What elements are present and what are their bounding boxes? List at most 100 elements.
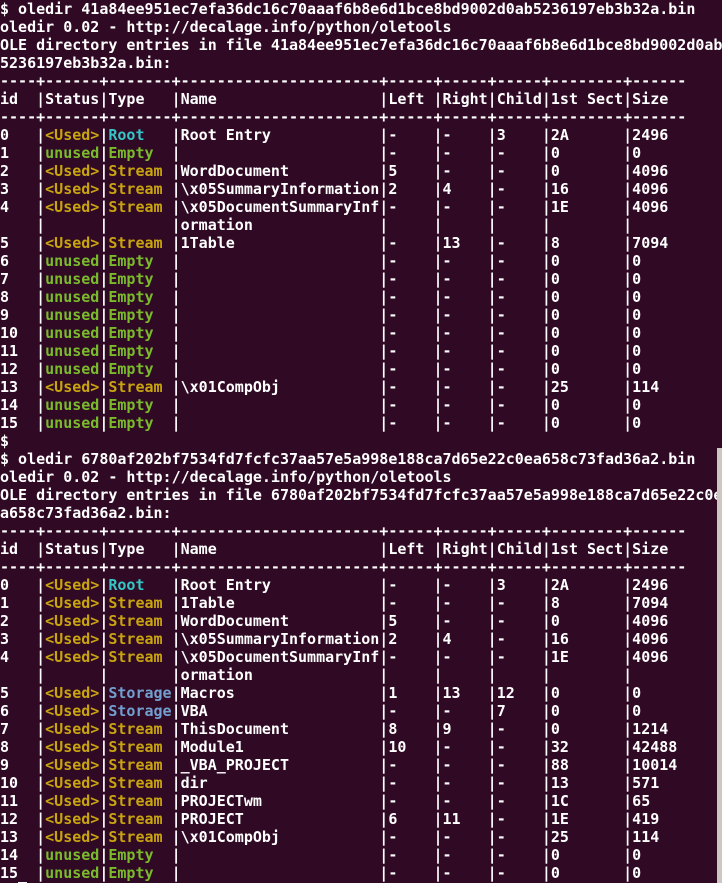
row-id: 12 | — [0, 810, 45, 828]
terminal-line-table-row: 1 |unused|Empty | |- |- |- |0 |0 — [0, 144, 722, 162]
row-status: <Used> — [45, 720, 99, 738]
terminal-line-table-row: 5 |<Used>|Storage|Macros |1 |13 |12 |0 |… — [0, 684, 722, 702]
row-values: |PROJECTwm |- |- |- |1C |65 — [172, 792, 651, 810]
row-type: Stream — [108, 756, 171, 774]
terminal-line-table-row: 4 |<Used>|Stream |\x05DocumentSummaryInf… — [0, 198, 722, 216]
row-values: |1Table |- |13 |- |8 |7094 — [172, 234, 669, 252]
row-values: | |- |- |- |0 |0 — [172, 864, 642, 882]
row-type: Stream — [108, 630, 171, 648]
terminal-line-header: id |Status|Type |Name |Left |Right|Child… — [0, 540, 722, 558]
row-id: 4 | — [0, 648, 45, 666]
row-type: Storage — [108, 702, 171, 720]
row-type: Stream — [108, 594, 171, 612]
row-status: <Used> — [45, 198, 99, 216]
row-status: <Used> — [45, 612, 99, 630]
terminal-line-listing: OLE directory entries in file 6780af202b… — [0, 486, 722, 504]
row-status: <Used> — [45, 180, 99, 198]
row-status: unused — [45, 270, 99, 288]
row-id: 12 | — [0, 360, 45, 378]
row-values: |PROJECT |6 |11 |- |1E |419 — [172, 810, 660, 828]
row-id: 10 | — [0, 774, 45, 792]
row-type: Stream — [108, 378, 171, 396]
terminal-line-separator: ----+------+-------+--------------------… — [0, 558, 722, 576]
row-type: Empty — [108, 846, 171, 864]
row-values: | |- |- |- |0 |0 — [172, 396, 642, 414]
scrollbar-thumb[interactable] — [717, 448, 722, 883]
row-name-continuation: | | |ormation | | | | | — [0, 666, 632, 684]
row-status: <Used> — [45, 810, 99, 828]
row-values: | |- |- |- |0 |0 — [172, 360, 642, 378]
row-type: Stream — [108, 180, 171, 198]
terminal-line-table-row: 8 |<Used>|Stream |Module1 |10 |- |- |32 … — [0, 738, 722, 756]
row-id: 6 | — [0, 252, 45, 270]
terminal-line-table-row: 9 |<Used>|Stream |_VBA_PROJECT |- |- |- … — [0, 756, 722, 774]
row-status: <Used> — [45, 702, 99, 720]
row-status: <Used> — [45, 594, 99, 612]
row-id: 10 | — [0, 324, 45, 342]
terminal-line-command: $ oledir 6780af202bf7534fd7fcfc37aa57e5a… — [0, 450, 722, 468]
row-type: Stream — [108, 738, 171, 756]
terminal-line-table-row: 10 |unused|Empty | |- |- |- |0 |0 — [0, 324, 722, 342]
row-type: Empty — [108, 144, 171, 162]
row-status: unused — [45, 342, 99, 360]
row-id: 5 | — [0, 684, 45, 702]
row-status: unused — [45, 324, 99, 342]
terminal-line-table-row: 2 |<Used>|Stream |WordDocument |5 |- |- … — [0, 612, 722, 630]
listing-heading: 5236197eb3b32a.bin: — [0, 54, 172, 72]
row-id: 1 | — [0, 594, 45, 612]
row-values: |Module1 |10 |- |- |32 |42488 — [172, 738, 678, 756]
listing-heading: a658c73fad36a2.bin: — [0, 504, 172, 522]
row-status: unused — [45, 252, 99, 270]
terminal-line-command: $ oledir 41a84ee951ec7efa36dc16c70aaaf6b… — [0, 0, 722, 18]
terminal-line-table-row: 6 |<Used>|Storage|VBA |- |- |7 |0 |0 — [0, 702, 722, 720]
terminal-line-table-row: 4 |<Used>|Stream |\x05DocumentSummaryInf… — [0, 648, 722, 666]
row-values: |Root Entry |- |- |3 |2A |2496 — [172, 576, 669, 594]
table-border: ----+------+-------+--------------------… — [0, 522, 686, 540]
terminal-line-table-row: 14 |unused|Empty | |- |- |- |0 |0 — [0, 396, 722, 414]
terminal-window: $ oledir 41a84ee951ec7efa36dc16c70aaaf6b… — [0, 0, 722, 883]
table-border: ----+------+-------+--------------------… — [0, 558, 686, 576]
row-id: 3 | — [0, 630, 45, 648]
table-header: id |Status|Type |Name |Left |Right|Child… — [0, 540, 668, 558]
terminal-line-table-row: 6 |unused|Empty | |- |- |- |0 |0 — [0, 252, 722, 270]
row-type: Stream — [108, 198, 171, 216]
terminal-line-table-row: 13 |<Used>|Stream |\x01CompObj |- |- |- … — [0, 828, 722, 846]
row-id: 11 | — [0, 792, 45, 810]
row-status: <Used> — [45, 792, 99, 810]
version-line: oledir 0.02 - http://decalage.info/pytho… — [0, 468, 452, 486]
command-line: $ oledir 6780af202bf7534fd7fcfc37aa57e5a… — [0, 450, 695, 468]
terminal-line-table-row: 1 |<Used>|Stream |1Table |- |- |- |8 |70… — [0, 594, 722, 612]
row-values: |\x05SummaryInformation|2 |4 |- |16 |409… — [172, 180, 669, 198]
row-values: |\x01CompObj |- |- |- |25 |114 — [172, 378, 660, 396]
row-id: 14 | — [0, 846, 45, 864]
row-type: Empty — [108, 396, 171, 414]
terminal-line-table-row: 15 |unused|Empty | |- |- |- |0 |0 — [0, 864, 722, 882]
row-id: 6 | — [0, 702, 45, 720]
row-type: Stream — [108, 234, 171, 252]
terminal-line-table-row: 10 |<Used>|Stream |dir |- |- |- |13 |571 — [0, 774, 722, 792]
row-id: 5 | — [0, 234, 45, 252]
terminal-line-table-row-wrap: | | |ormation | | | | | — [0, 666, 722, 684]
row-type: Empty — [108, 306, 171, 324]
row-id: 9 | — [0, 306, 45, 324]
terminal-line-table-row: 3 |<Used>|Stream |\x05SummaryInformation… — [0, 180, 722, 198]
row-values: | |- |- |- |0 |0 — [172, 414, 642, 432]
terminal-line-table-row: 12 |unused|Empty | |- |- |- |0 |0 — [0, 360, 722, 378]
row-id: 3 | — [0, 180, 45, 198]
row-status: <Used> — [45, 684, 99, 702]
row-name-continuation: | | |ormation | | | | | — [0, 216, 632, 234]
terminal-line-table-row: 7 |<Used>|Stream |ThisDocument |8 |9 |- … — [0, 720, 722, 738]
row-values: | |- |- |- |0 |0 — [172, 288, 642, 306]
terminal-line-listing: 5236197eb3b32a.bin: — [0, 54, 722, 72]
row-values: |\x05DocumentSummaryInf|- |- |- |1E |409… — [172, 648, 669, 666]
terminal-line-table-row: 9 |unused|Empty | |- |- |- |0 |0 — [0, 306, 722, 324]
row-id: 13 | — [0, 828, 45, 846]
row-values: | |- |- |- |0 |0 — [172, 324, 642, 342]
terminal-line-header: id |Status|Type |Name |Left |Right|Child… — [0, 90, 722, 108]
listing-heading: OLE directory entries in file 41a84ee951… — [0, 36, 722, 54]
row-values: |Root Entry |- |- |3 |2A |2496 — [172, 126, 669, 144]
row-values: |VBA |- |- |7 |0 |0 — [172, 702, 642, 720]
table-border: ----+------+-------+--------------------… — [0, 72, 686, 90]
row-id: 15 | — [0, 864, 45, 882]
row-type: Empty — [108, 360, 171, 378]
